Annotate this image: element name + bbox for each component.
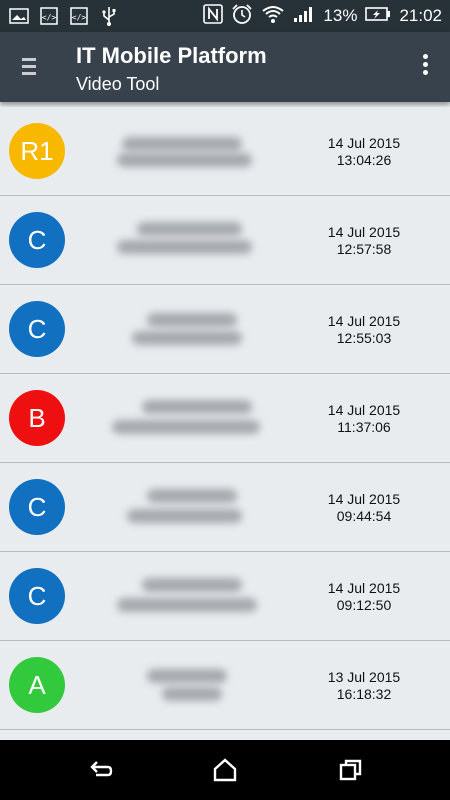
list-item[interactable]: R1 14 Jul 2015 13:04:26 [0,107,450,196]
badge-avatar: R1 [9,123,65,179]
svg-text:</>: </> [42,13,57,22]
timestamp: 14 Jul 2015 12:57:58 [314,224,414,258]
badge-avatar: A [9,657,65,713]
item-date: 14 Jul 2015 [327,491,401,507]
redacted-text [112,485,262,529]
item-date: 14 Jul 2015 [327,224,401,240]
clock: 21:02 [399,6,442,25]
code-icon: </> [38,6,60,26]
timestamp: 14 Jul 2015 09:44:54 [314,491,414,525]
timestamp: 14 Jul 2015 09:12:50 [314,580,414,614]
item-date: 14 Jul 2015 [327,313,401,329]
menu-icon[interactable] [22,58,40,78]
redacted-text [112,307,262,351]
item-time: 12:57:58 [336,241,392,257]
timestamp: 13 Jul 2015 16:18:32 [314,669,414,703]
list-item[interactable]: C 14 Jul 2015 09:44:54 [0,463,450,552]
list-item[interactable]: C 14 Jul 2015 12:55:03 [0,285,450,374]
redacted-text [112,574,262,618]
item-date: 13 Jul 2015 [327,669,401,685]
redacted-text [112,218,262,262]
item-time: 13:04:26 [336,152,392,168]
image-icon [8,6,30,26]
battery-charging-icon [365,6,391,27]
redacted-text [112,129,262,173]
item-date: 14 Jul 2015 [327,135,401,151]
battery-percent: 13% [323,6,358,25]
timestamp: 14 Jul 2015 13:04:26 [314,135,414,169]
back-icon[interactable] [88,758,114,782]
redacted-text [112,396,262,440]
code-icon: </> [68,6,90,26]
list-item[interactable]: A 13 Jul 2015 16:18:32 [0,641,450,730]
list-item[interactable]: C 14 Jul 2015 09:12:50 [0,552,450,641]
badge-avatar: C [9,301,65,357]
item-time: 16:18:32 [336,686,392,702]
app-bar: IT Mobile Platform Video Tool [0,32,450,102]
app-subtitle: Video Tool [76,74,160,94]
item-time: 09:44:54 [336,508,392,524]
home-icon[interactable] [212,758,238,782]
alarm-icon [231,3,253,30]
svg-text:</>: </> [72,13,87,22]
status-bar: </> </> 13% 21:02 [0,0,450,32]
list-item[interactable]: B 14 Jul 2015 11:37:06 [0,374,450,463]
video-list: R1 14 Jul 2015 13:04:26 C 14 Jul 2015 12… [0,107,450,730]
timestamp: 14 Jul 2015 12:55:03 [314,313,414,347]
item-date: 14 Jul 2015 [327,580,401,596]
list-item[interactable]: C 14 Jul 2015 12:57:58 [0,196,450,285]
item-time: 09:12:50 [336,597,392,613]
item-date: 14 Jul 2015 [327,402,401,418]
badge-avatar: B [9,390,65,446]
app-bar-titles: IT Mobile Platform Video Tool [76,42,267,96]
navigation-bar [0,740,450,800]
item-time: 12:55:03 [336,330,392,346]
recents-icon[interactable] [338,758,364,782]
usb-icon [98,6,120,26]
signal-icon [293,5,315,28]
item-time: 11:37:06 [337,419,391,435]
wifi-icon [261,4,285,29]
badge-avatar: C [9,479,65,535]
timestamp: 14 Jul 2015 11:37:06 [314,402,414,436]
nfc-icon [203,3,224,29]
redacted-text [112,663,262,707]
overflow-menu-icon[interactable] [420,54,430,80]
badge-avatar: C [9,212,65,268]
app-title: IT Mobile Platform [76,43,267,68]
badge-avatar: C [9,568,65,624]
